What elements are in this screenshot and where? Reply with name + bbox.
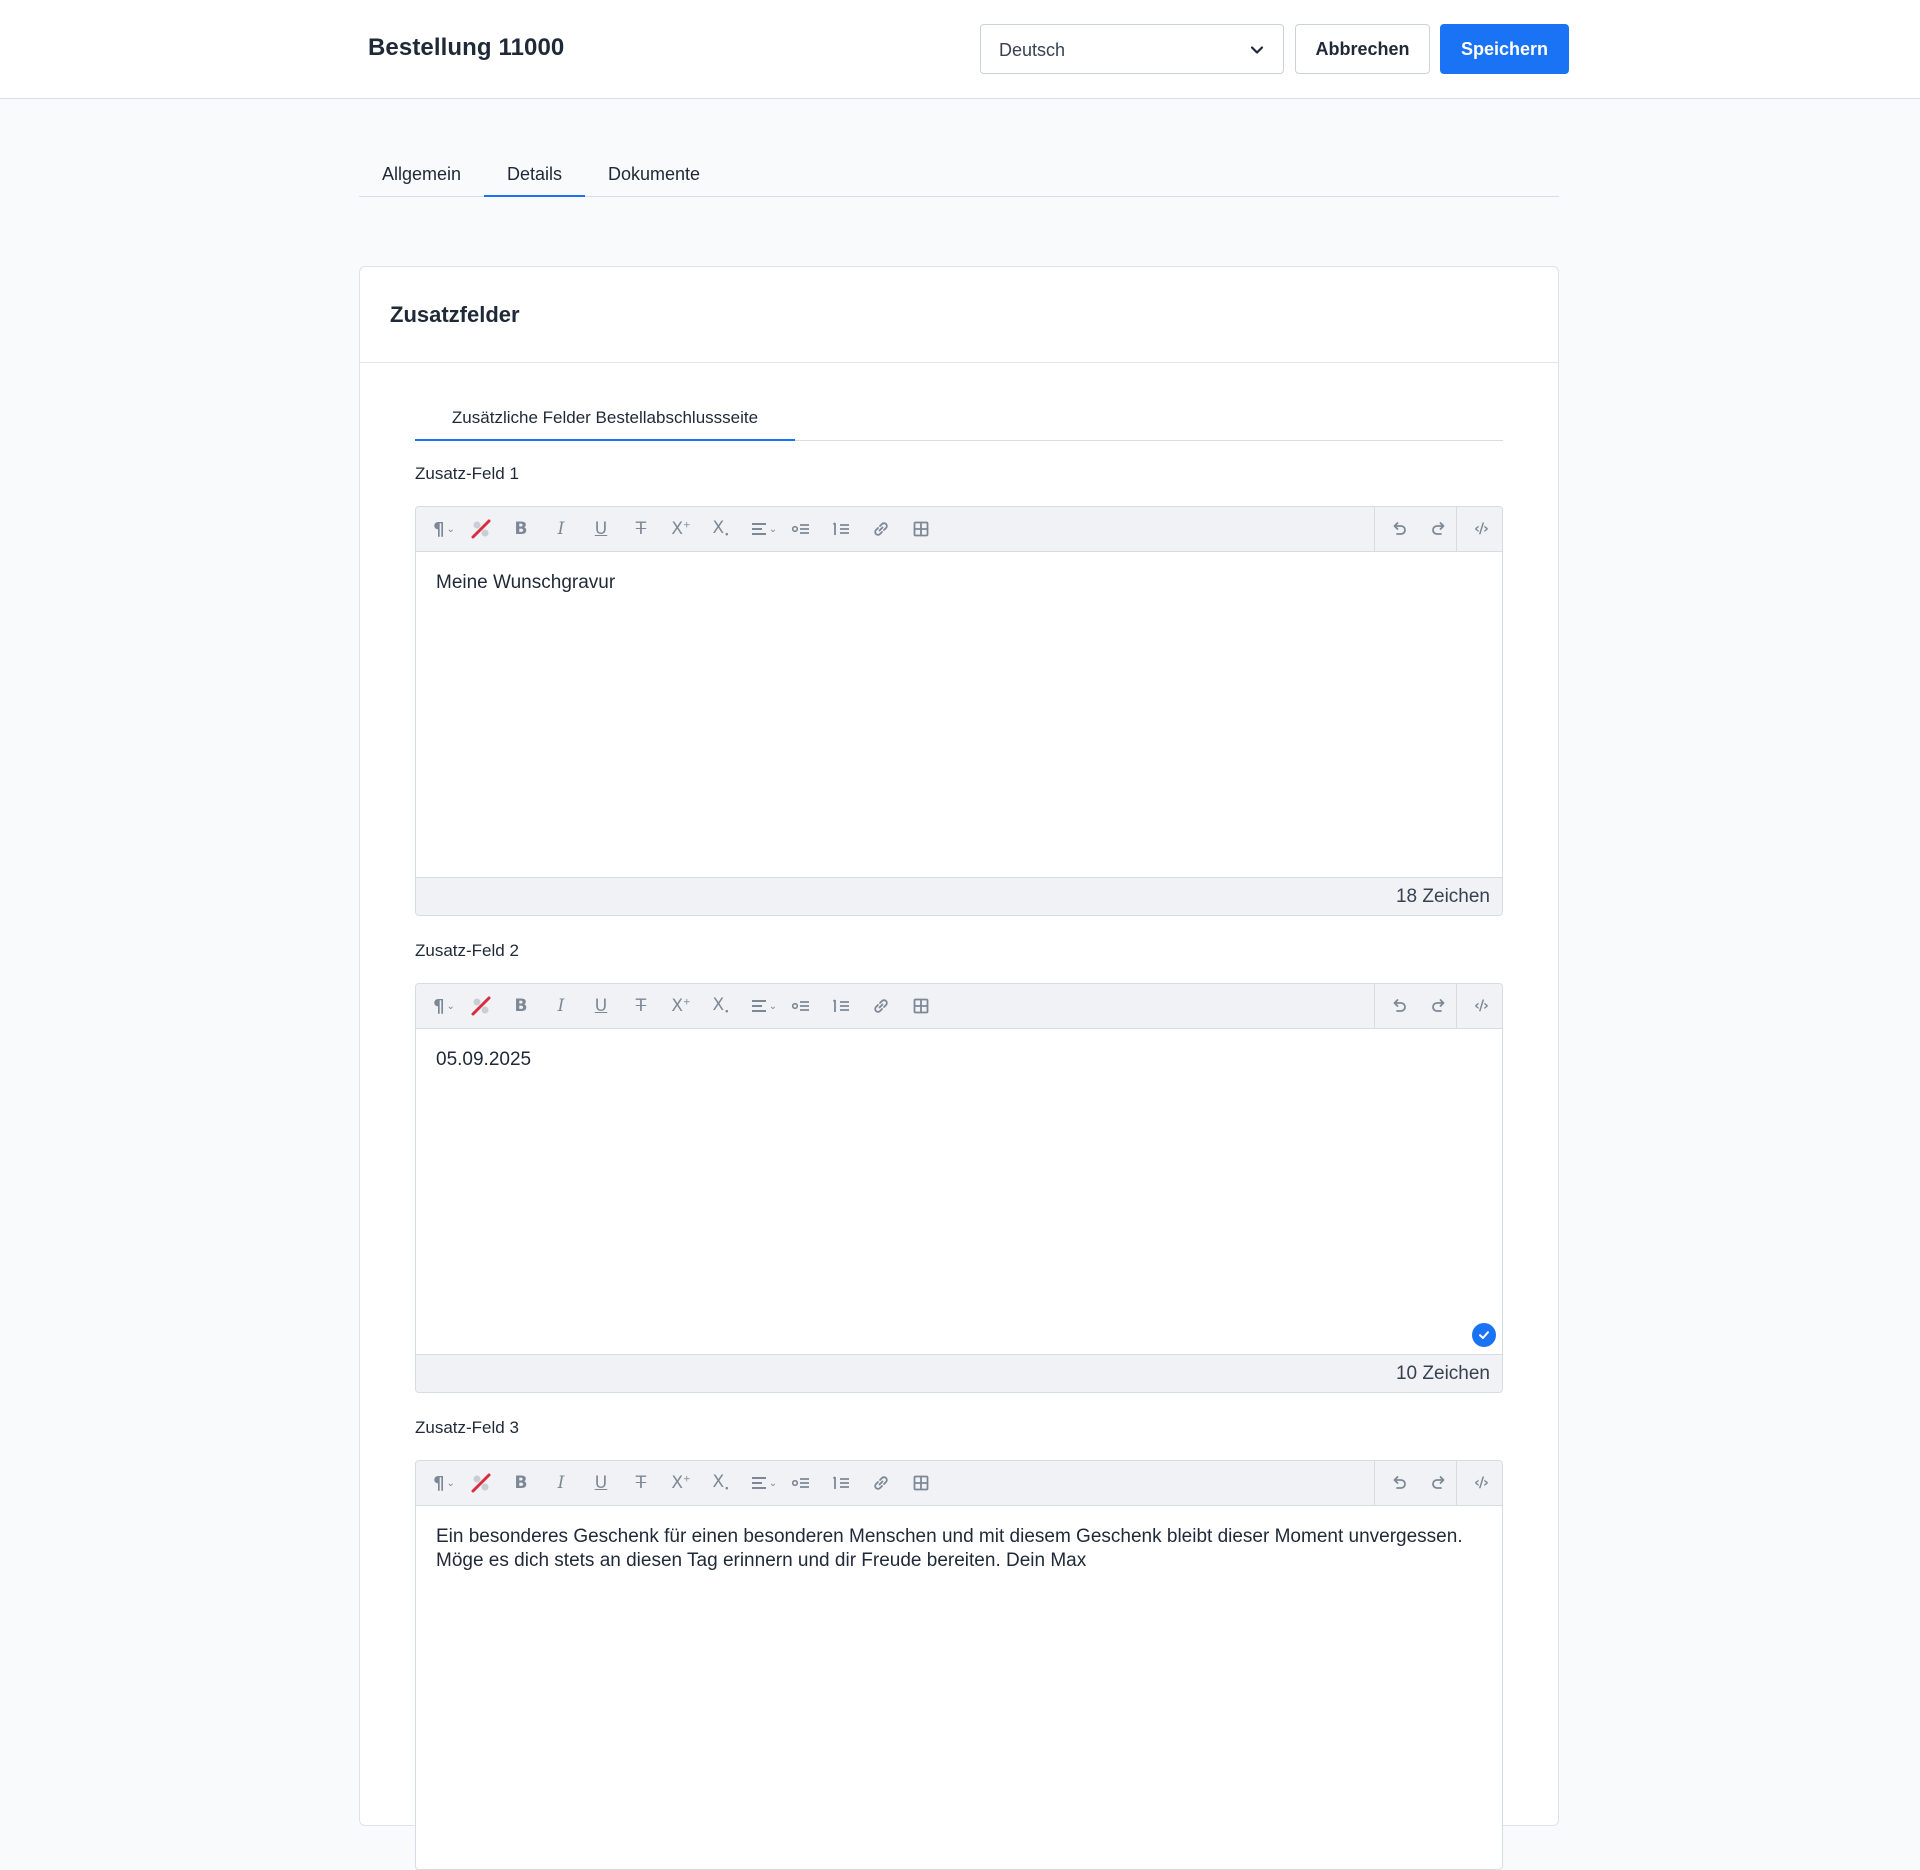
underline-icon[interactable]: U (588, 518, 614, 540)
superscript-icon[interactable]: X+ (668, 1472, 694, 1494)
editor-content-1[interactable]: Meine Wunschgravur (436, 571, 1476, 595)
remove-format-icon[interactable] (468, 518, 494, 540)
bold-icon[interactable]: B (508, 1472, 534, 1494)
table-icon[interactable] (908, 518, 934, 540)
link-icon[interactable] (868, 518, 894, 540)
editor-toolbar: ¶ ⌄ B I U T X+ X• ⌄ ‹/› (416, 507, 1502, 552)
zusatzfelder-card: Zusatzfelder Zusätzliche Felder Bestella… (359, 266, 1559, 1870)
numbered-list-icon[interactable] (828, 518, 854, 540)
check-circle-icon (1472, 1323, 1496, 1347)
undo-icon[interactable] (1386, 518, 1412, 540)
italic-icon[interactable]: I (548, 995, 574, 1017)
subscript-icon[interactable]: X• (708, 1472, 734, 1494)
editor-content-2[interactable]: 05.09.2025 (436, 1048, 1476, 1072)
strikethrough-icon[interactable]: T (628, 995, 654, 1017)
text-align-icon[interactable]: ⌄ (748, 1472, 780, 1494)
link-icon[interactable] (868, 995, 894, 1017)
subscript-icon[interactable]: X• (708, 995, 734, 1017)
editor-footer: 10 Zeichen (416, 1354, 1502, 1392)
strikethrough-icon[interactable]: T (628, 518, 654, 540)
tab-allgemein[interactable]: Allgemein (359, 151, 484, 197)
field-label-3: Zusatz-Feld 3 (415, 1418, 519, 1437)
toolbar-divider (1374, 1461, 1375, 1505)
bold-icon[interactable]: B (508, 518, 534, 540)
table-icon[interactable] (908, 1472, 934, 1494)
underline-icon[interactable]: U (588, 995, 614, 1017)
bullet-list-icon[interactable] (788, 1472, 814, 1494)
rich-text-editor-3: ¶ ⌄ B I U T X+ X• ⌄ ‹/› Ein besonderes Geschenk f… (415, 1460, 1503, 1870)
subscript-icon[interactable]: X• (708, 518, 734, 540)
language-select[interactable]: Deutsch (980, 24, 1284, 74)
card-title: Zusatzfelder (390, 302, 520, 327)
superscript-icon[interactable]: X+ (668, 518, 694, 540)
rich-text-editor-2: ¶ ⌄ B I U T X+ X• ⌄ ‹/› 05.09.2025 10 Zeichen (415, 983, 1503, 1393)
numbered-list-icon[interactable] (828, 995, 854, 1017)
chevron-down-icon (1250, 46, 1264, 54)
sub-tabs: Zusätzliche Felder Bestellabschlussseite (415, 395, 1503, 441)
rich-text-editor-1: ¶ ⌄ B I U T X+ X• ⌄ ‹/› Meine Wunschgravur 18 Zei… (415, 506, 1503, 916)
toolbar-divider (1374, 507, 1375, 551)
table-icon[interactable] (908, 995, 934, 1017)
top-bar: Bestellung 11000 Deutsch Abbrechen Speic… (0, 0, 1920, 99)
redo-icon[interactable] (1426, 995, 1452, 1017)
char-count: 10 Zeichen (1395, 1363, 1490, 1384)
paragraph-format-icon[interactable]: ¶ ⌄ (429, 1472, 459, 1494)
editor-toolbar: ¶ ⌄ B I U T X+ X• ⌄ ‹/› (416, 1461, 1502, 1506)
bullet-list-icon[interactable] (788, 995, 814, 1017)
editor-footer: 18 Zeichen (416, 877, 1502, 915)
toolbar-divider (1456, 984, 1457, 1028)
char-count: 18 Zeichen (1395, 886, 1490, 907)
cancel-button[interactable]: Abbrechen (1295, 24, 1430, 74)
text-align-icon[interactable]: ⌄ (748, 995, 780, 1017)
tab-details[interactable]: Details (484, 151, 585, 197)
card-header: Zusatzfelder (360, 267, 1558, 363)
superscript-icon[interactable]: X+ (668, 995, 694, 1017)
save-button[interactable]: Speichern (1440, 24, 1569, 74)
tab-zusaetzliche-felder[interactable]: Zusätzliche Felder Bestellabschlussseite (415, 395, 795, 441)
text-align-icon[interactable]: ⌄ (748, 518, 780, 540)
redo-icon[interactable] (1426, 1472, 1452, 1494)
editor-content-3[interactable]: Ein besonderes Geschenk für einen besond… (436, 1525, 1476, 1573)
language-select-value: Deutsch (999, 40, 1066, 60)
underline-icon[interactable]: U (588, 1472, 614, 1494)
remove-format-icon[interactable] (468, 995, 494, 1017)
toolbar-divider (1456, 507, 1457, 551)
field-label-2: Zusatz-Feld 2 (415, 941, 519, 960)
paragraph-format-icon[interactable]: ¶ ⌄ (429, 518, 459, 540)
tab-dokumente[interactable]: Dokumente (585, 151, 723, 197)
field-label-1: Zusatz-Feld 1 (415, 464, 519, 483)
strikethrough-icon[interactable]: T (628, 1472, 654, 1494)
undo-icon[interactable] (1386, 995, 1412, 1017)
italic-icon[interactable]: I (548, 518, 574, 540)
remove-format-icon[interactable] (468, 1472, 494, 1494)
redo-icon[interactable] (1426, 518, 1452, 540)
bullet-list-icon[interactable] (788, 518, 814, 540)
page-title: Bestellung 11000 (368, 34, 565, 61)
paragraph-format-icon[interactable]: ¶ ⌄ (429, 995, 459, 1017)
bold-icon[interactable]: B (508, 995, 534, 1017)
code-view-icon[interactable]: ‹/› (1468, 1472, 1494, 1494)
toolbar-divider (1374, 984, 1375, 1028)
code-view-icon[interactable]: ‹/› (1468, 995, 1494, 1017)
undo-icon[interactable] (1386, 1472, 1412, 1494)
numbered-list-icon[interactable] (828, 1472, 854, 1494)
main-tabs: Allgemein Details Dokumente (359, 151, 1559, 197)
link-icon[interactable] (868, 1472, 894, 1494)
toolbar-divider (1456, 1461, 1457, 1505)
code-view-icon[interactable]: ‹/› (1468, 518, 1494, 540)
italic-icon[interactable]: I (548, 1472, 574, 1494)
editor-toolbar: ¶ ⌄ B I U T X+ X• ⌄ ‹/› (416, 984, 1502, 1029)
